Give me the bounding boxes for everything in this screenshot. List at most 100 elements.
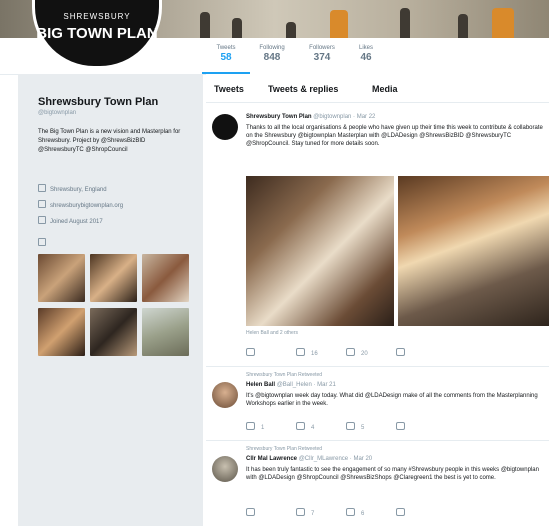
stat-value: 46 (360, 52, 372, 63)
tweet-author-name[interactable]: Cllr Mal Lawrence (246, 456, 297, 462)
media-thumbnail[interactable] (38, 308, 85, 356)
retweet-icon (296, 508, 305, 516)
banner-person (286, 22, 296, 38)
retweet-count: 7 (311, 511, 315, 517)
profile-handle[interactable]: @bigtownplan (38, 110, 76, 116)
envelope-icon (396, 348, 405, 356)
profile-name[interactable]: Shrewsbury Town Plan (38, 96, 158, 108)
tweet-text: It's @bigtownplan week day today. What d… (246, 393, 538, 407)
joined-text: Joined August 2017 (50, 219, 103, 225)
retweet-icon (296, 348, 305, 356)
tweet-author-name[interactable]: Shrewsbury Town Plan (246, 114, 312, 120)
banner-person (232, 18, 242, 38)
stat-value: 848 (263, 52, 281, 63)
retweeted-by: Shrewsbury Town Plan Retweeted (246, 372, 323, 378)
tweet-author[interactable]: Shrewsbury Town Plan @bigtownplan · Mar … (246, 114, 375, 120)
reply-button[interactable] (246, 508, 261, 517)
website-link[interactable]: shrewsburybigtownplan.org (50, 203, 123, 209)
banner-person (330, 10, 348, 38)
banner-person (458, 14, 468, 38)
reply-button[interactable] (246, 348, 261, 357)
dm-button[interactable] (396, 508, 411, 517)
timeline: Tweets Tweets & replies Media Shrewsbury… (206, 74, 549, 526)
stat-tweets[interactable]: Tweets 58 (202, 45, 250, 74)
logo-line1: SHREWSBURY (63, 12, 131, 21)
tweet[interactable]: Shrewsbury Town Plan @bigtownplan · Mar … (206, 106, 549, 367)
media-header[interactable] (38, 238, 50, 247)
stat-followers[interactable]: Followers 374 (298, 45, 346, 63)
heart-icon (346, 348, 355, 356)
heart-icon (346, 508, 355, 516)
envelope-icon (396, 422, 405, 430)
location-icon (38, 184, 46, 192)
retweet-icon (296, 422, 305, 430)
photo-tagged[interactable]: Helen Ball and 2 others (246, 330, 298, 336)
reply-count: 1 (261, 425, 265, 431)
profile-website[interactable]: shrewsburybigtownplan.org (38, 200, 123, 209)
photo-icon (38, 238, 46, 246)
envelope-icon (396, 508, 405, 516)
location-text: Shrewsbury, England (50, 187, 107, 193)
avatar[interactable] (212, 456, 238, 482)
reply-icon (246, 422, 255, 430)
media-thumbnail[interactable] (142, 254, 189, 302)
tweet-handle: @bigtownplan · Mar 22 (313, 114, 376, 120)
tab-tweets-replies[interactable]: Tweets & replies (268, 84, 338, 94)
stat-value: 374 (313, 52, 331, 63)
like-button[interactable]: 20 (346, 348, 368, 357)
stat-label: Tweets (216, 45, 236, 51)
tweet[interactable]: Shrewsbury Town Plan Retweeted Cllr Mal … (206, 442, 549, 526)
tweet[interactable]: Shrewsbury Town Plan Retweeted Helen Bal… (206, 368, 549, 441)
retweet-count: 16 (311, 351, 318, 357)
avatar[interactable] (212, 382, 238, 408)
banner-person (200, 12, 210, 38)
calendar-icon (38, 216, 46, 224)
tweet-handle: @Cllr_MLawrence · Mar 20 (298, 456, 373, 462)
tweet-author-name[interactable]: Helen Ball (246, 382, 275, 388)
like-button[interactable]: 5 (346, 422, 364, 431)
like-count: 20 (361, 351, 368, 357)
reply-button[interactable]: 1 (246, 422, 264, 431)
avatar[interactable] (212, 114, 238, 140)
stat-value: 58 (220, 52, 232, 63)
tab-tweets[interactable]: Tweets (214, 84, 244, 94)
like-button[interactable]: 6 (346, 508, 364, 517)
stat-label: Likes (358, 45, 373, 51)
retweet-button[interactable]: 4 (296, 422, 314, 431)
tweet-text: Thanks to all the local organisations & … (246, 125, 543, 147)
retweet-button[interactable]: 16 (296, 348, 318, 357)
dm-button[interactable] (396, 422, 411, 431)
banner-person (400, 8, 410, 38)
heart-icon (346, 422, 355, 430)
like-count: 5 (361, 425, 365, 431)
stat-label: Following (259, 45, 285, 51)
like-count: 6 (361, 511, 365, 517)
dm-button[interactable] (396, 348, 411, 357)
profile-location: Shrewsbury, England (38, 184, 107, 193)
reply-icon (246, 348, 255, 356)
stat-likes[interactable]: Likes 46 (342, 45, 390, 63)
profile-joined: Joined August 2017 (38, 216, 103, 225)
tweet-photo[interactable] (246, 176, 394, 326)
reply-icon (246, 508, 255, 516)
tab-media[interactable]: Media (372, 84, 398, 94)
media-thumbnail[interactable] (142, 308, 189, 356)
retweeted-by: Shrewsbury Town Plan Retweeted (246, 446, 323, 452)
banner-person (492, 8, 514, 38)
tweet-text: It has been truly fantastic to see the e… (246, 467, 539, 481)
logo-line2: BIG TOWN PLAN (36, 25, 158, 42)
profile-sidebar: Shrewsbury Town Plan @bigtownplan The Bi… (18, 74, 203, 526)
stat-label: Followers (309, 45, 335, 51)
media-thumbnail[interactable] (90, 254, 137, 302)
stat-following[interactable]: Following 848 (248, 45, 296, 63)
media-thumbnail[interactable] (90, 308, 137, 356)
link-icon (38, 200, 46, 208)
tweet-photo[interactable] (398, 176, 549, 326)
tweet-author[interactable]: Helen Ball @Ball_Helen · Mar 21 (246, 382, 336, 388)
retweet-button[interactable]: 7 (296, 508, 314, 517)
profile-bio: The Big Town Plan is a new vision and Ma… (38, 129, 181, 153)
tweet-author[interactable]: Cllr Mal Lawrence @Cllr_MLawrence · Mar … (246, 456, 372, 462)
retweet-count: 4 (311, 425, 315, 431)
tweet-handle: @Ball_Helen · Mar 21 (276, 382, 336, 388)
media-thumbnail[interactable] (38, 254, 85, 302)
